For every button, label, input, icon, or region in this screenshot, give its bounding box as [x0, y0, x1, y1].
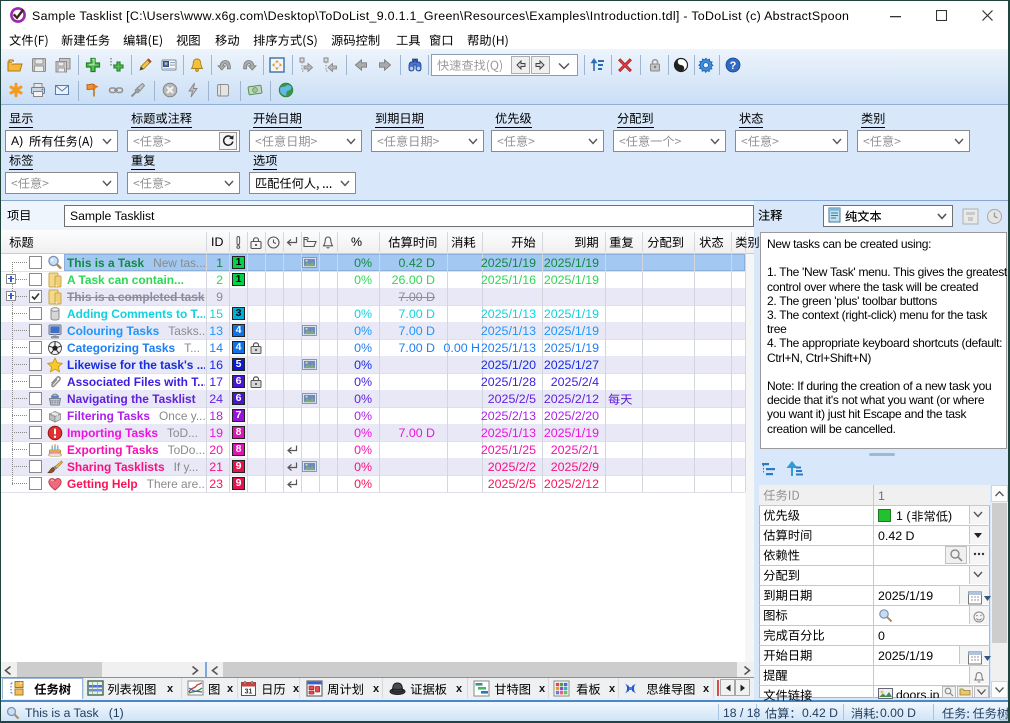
svg-text:31: 31	[245, 689, 253, 696]
svg-text:?: ?	[730, 60, 737, 72]
